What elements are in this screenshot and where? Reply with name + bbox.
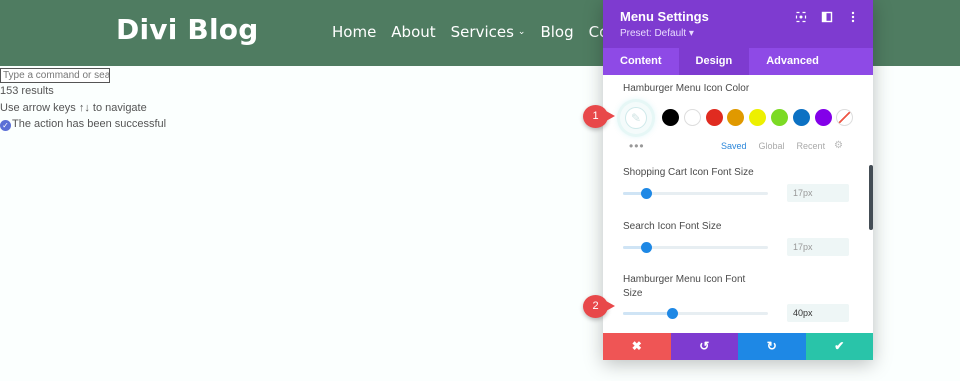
color-tab-saved[interactable]: Saved [721, 141, 747, 151]
slider-handle[interactable] [640, 188, 652, 199]
step-badge-1: 1 [583, 105, 615, 128]
cart-font-size-label: Shopping Cart Icon Font Size [623, 167, 754, 178]
menu-settings-panel: Menu Settings Preset: Default ▾ Content … [603, 0, 873, 360]
color-swatch-6[interactable] [770, 109, 788, 126]
nav-label: Home [332, 23, 377, 41]
tab-design[interactable]: Design [678, 48, 750, 75]
results-count: 153 results [0, 85, 54, 97]
tab-advanced[interactable]: Advanced [749, 48, 836, 75]
color-swatch-2[interactable] [683, 109, 701, 126]
color-tab-recent[interactable]: Recent [797, 141, 826, 151]
slider-handle[interactable] [640, 242, 652, 253]
no-color-swatch[interactable] [836, 109, 854, 126]
eyedropper-icon: ✎ [625, 107, 647, 129]
success-text: The action has been successful [12, 118, 167, 130]
hamburger-font-size-label-line1: Hamburger Menu Icon Font [623, 274, 746, 285]
search-font-size-input[interactable]: 17px [787, 238, 849, 256]
more-colors-icon[interactable]: ••• [629, 139, 645, 153]
command-input[interactable]: Type a command or sear [0, 68, 110, 83]
tab-content[interactable]: Content [603, 48, 679, 75]
expand-icon[interactable] [795, 11, 807, 23]
nav-label: Services [450, 23, 514, 41]
step-badge-2: 2 [583, 295, 615, 318]
color-swatch-5[interactable] [749, 109, 767, 126]
panel-header-icons [795, 11, 859, 23]
hamburger-color-label: Hamburger Menu Icon Color [623, 83, 750, 94]
color-swatch-1[interactable] [662, 109, 679, 126]
current-color-swatch[interactable]: ✎ [620, 102, 652, 134]
check-circle-icon: ✓ [0, 120, 11, 131]
hamburger-font-size-input[interactable]: 40px [787, 304, 849, 322]
color-swatch-3[interactable] [705, 109, 723, 126]
color-swatch-7[interactable] [792, 109, 810, 126]
nav-item-about[interactable]: About [391, 23, 435, 41]
panel-header: Menu Settings Preset: Default ▾ [603, 0, 873, 48]
hamburger-font-size-slider[interactable] [623, 308, 768, 319]
cart-font-size-input[interactable]: 17px [787, 184, 849, 202]
search-font-size-label: Search Icon Font Size [623, 221, 722, 232]
cancel-button[interactable]: ✖ [603, 333, 671, 360]
redo-button[interactable]: ↻ [738, 333, 806, 360]
slider-handle[interactable] [666, 308, 678, 319]
preset-selector[interactable]: Preset: Default ▾ [620, 28, 694, 39]
save-button[interactable]: ✔ [805, 333, 873, 360]
hamburger-font-size-label-line2: Size [623, 288, 643, 299]
undo-button[interactable]: ↺ [670, 333, 738, 360]
main-nav: Home About Services⌄ Blog Conta [332, 23, 648, 41]
color-tabs: Saved Global Recent [721, 141, 825, 151]
nav-item-home[interactable]: Home [332, 23, 376, 41]
nav-item-blog[interactable]: Blog [540, 23, 573, 41]
nav-item-services[interactable]: Services ⌄ [451, 23, 526, 41]
panel-scrollbar[interactable] [869, 165, 873, 230]
nav-label: Blog [540, 23, 574, 41]
slider-fill [623, 312, 673, 315]
cart-font-size-slider[interactable] [623, 188, 768, 199]
success-message: ✓ The action has been successful [0, 118, 166, 131]
color-swatches [662, 109, 854, 126]
nav-label: About [391, 23, 436, 41]
color-swatch-8[interactable] [814, 109, 832, 126]
panel-tabs: Content Design Advanced [603, 48, 873, 75]
color-swatch-4[interactable] [727, 109, 745, 126]
color-tab-global[interactable]: Global [759, 141, 785, 151]
panel-body: Hamburger Menu Icon Color ✎ ••• Saved Gl… [603, 75, 873, 333]
gear-icon[interactable]: ⚙ [834, 140, 843, 151]
panel-title: Menu Settings [620, 9, 709, 24]
panel-footer: ✖ ↺ ↻ ✔ [603, 333, 873, 360]
search-font-size-slider[interactable] [623, 242, 768, 253]
more-options-icon[interactable] [847, 11, 859, 23]
site-logo[interactable]: Divi Blog [116, 13, 258, 46]
chevron-down-icon: ⌄ [517, 27, 526, 37]
navigate-hint: Use arrow keys ↑↓ to navigate [0, 102, 147, 114]
split-view-icon[interactable] [821, 11, 833, 23]
